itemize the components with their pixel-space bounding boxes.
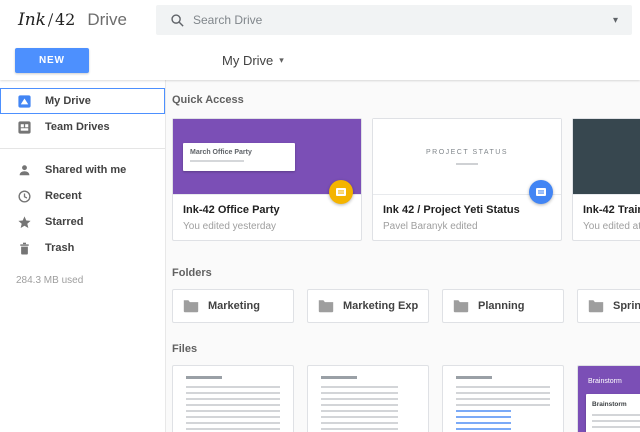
doc-text-lines: [186, 386, 280, 432]
file-title: Ink-42 Training: [583, 204, 640, 216]
files-row: Brainstorm Brainstorm: [172, 365, 640, 432]
top-header: Ink 42 Drive ▾: [0, 0, 640, 40]
thumb-line: [456, 163, 478, 165]
slides-thumbnail: March Office Party: [173, 119, 361, 195]
main-content: Quick Access March Office Party Ink-42 O…: [166, 80, 640, 432]
sidebar-item-label: Trash: [45, 242, 74, 254]
folder-name: Spring 1: [613, 300, 640, 312]
sidebar-item-label: My Drive: [45, 95, 91, 107]
quick-access-row: March Office Party Ink-42 Office Party Y…: [172, 118, 640, 241]
star-icon: [16, 214, 32, 230]
top-chrome: Ink 42 Drive ▾ NEW My Drive ▾: [0, 0, 640, 80]
folder-planning[interactable]: Planning: [442, 289, 564, 323]
folder-icon: [453, 299, 469, 313]
folder-name: Planning: [478, 300, 524, 312]
slides-file-icon: [329, 180, 353, 204]
folder-icon: [318, 299, 334, 313]
folder-name: Marketing: [208, 300, 260, 312]
trash-icon: [16, 240, 32, 256]
sidebar-divider: [0, 148, 165, 149]
storage-used-label: 284.3 MB used: [0, 275, 165, 286]
toolbar: NEW My Drive ▾: [0, 40, 640, 80]
file-subtitle: Pavel Baranyk edited: [383, 221, 551, 232]
shared-icon: [16, 162, 32, 178]
search-icon: [170, 13, 185, 28]
breadcrumb[interactable]: My Drive ▾: [222, 53, 284, 68]
quick-access-heading: Quick Access: [172, 94, 640, 106]
files-heading: Files: [172, 343, 640, 355]
my-drive-icon: [16, 93, 32, 109]
folders-heading: Folders: [172, 267, 640, 279]
slide-title: March Office Party: [190, 149, 288, 156]
folders-row: Marketing Marketing Expo Planning Spring…: [172, 289, 640, 323]
slide-subtitle-line: [190, 160, 244, 162]
recent-icon: [16, 188, 32, 204]
slide-deck-title: Brainstorm: [588, 378, 622, 385]
slide-preview: Brainstorm: [586, 394, 640, 432]
card-meta: Ink-42 Office Party You edited yesterday: [173, 195, 361, 240]
breadcrumb-label: My Drive: [222, 53, 273, 68]
card-meta: Ink-42 Training You edited at 2: [573, 195, 640, 240]
sidebar-item-my-drive[interactable]: My Drive: [0, 88, 165, 114]
sidebar-item-starred[interactable]: Starred: [0, 209, 165, 235]
folder-icon: [588, 299, 604, 313]
doc-link-lines: [456, 410, 511, 432]
folder-marketing[interactable]: Marketing: [172, 289, 294, 323]
slide-text-lines: [592, 414, 640, 432]
folder-spring[interactable]: Spring 1: [577, 289, 640, 323]
body: My Drive Team Drives Shared with me Re: [0, 80, 640, 432]
slide-title: Brainstorm: [592, 401, 640, 408]
thumb-title: PROJECT STATUS: [373, 149, 561, 156]
folder-marketing-expo[interactable]: Marketing Expo: [307, 289, 429, 323]
file-title: Ink 42 / Project Yeti Status: [383, 204, 551, 216]
quick-access-card-project-yeti[interactable]: PROJECT STATUS Ink 42 / Project Yeti Sta…: [372, 118, 562, 241]
file-subtitle: You edited yesterday: [183, 221, 351, 232]
file-subtitle: You edited at 2: [583, 221, 640, 232]
logo-42-text: 42: [55, 10, 75, 29]
drive-app: Ink 42 Drive ▾ NEW My Drive ▾: [0, 0, 640, 432]
sidebar: My Drive Team Drives Shared with me Re: [0, 80, 166, 432]
search-input[interactable]: [193, 13, 609, 27]
file-document-thumbnail[interactable]: [442, 365, 564, 432]
search-bar[interactable]: ▾: [156, 5, 632, 35]
sidebar-item-team-drives[interactable]: Team Drives: [0, 114, 165, 140]
chevron-down-icon[interactable]: ▾: [609, 13, 622, 28]
card-meta: Ink 42 / Project Yeti Status Pavel Baran…: [373, 195, 561, 240]
sidebar-item-shared-with-me[interactable]: Shared with me: [0, 157, 165, 183]
sidebar-item-label: Team Drives: [45, 121, 110, 133]
sidebar-item-trash[interactable]: Trash: [0, 235, 165, 261]
doc-heading-line: [456, 376, 492, 379]
quick-access-card-office-party[interactable]: March Office Party Ink-42 Office Party Y…: [172, 118, 362, 241]
file-slides-thumbnail[interactable]: Brainstorm Brainstorm: [577, 365, 640, 432]
docs-file-icon: [529, 180, 553, 204]
file-title: Ink-42 Office Party: [183, 204, 351, 216]
doc-heading-line: [186, 376, 222, 379]
sidebar-item-label: Shared with me: [45, 164, 126, 176]
doc-text-lines: [321, 386, 398, 432]
folder-icon: [183, 299, 199, 313]
logo-ink-text: Ink: [18, 10, 46, 30]
new-button-container: NEW: [0, 48, 166, 73]
folder-name: Marketing Expo: [343, 300, 418, 312]
logo-divider: [48, 13, 53, 27]
document-thumbnail: PROJECT STATUS: [373, 119, 561, 195]
file-document-thumbnail[interactable]: [172, 365, 294, 432]
logo[interactable]: Ink 42 Drive: [0, 10, 156, 30]
slides-thumbnail: [573, 119, 640, 195]
sidebar-item-label: Starred: [45, 216, 84, 228]
team-drives-icon: [16, 119, 32, 135]
slide-preview: March Office Party: [183, 143, 295, 171]
sidebar-item-label: Recent: [45, 190, 82, 202]
doc-heading-line: [321, 376, 357, 379]
chevron-down-icon: ▾: [279, 55, 284, 66]
app-name: Drive: [87, 10, 127, 30]
sidebar-item-recent[interactable]: Recent: [0, 183, 165, 209]
quick-access-card-training[interactable]: Ink-42 Training You edited at 2: [572, 118, 640, 241]
new-button[interactable]: NEW: [15, 48, 89, 73]
file-document-thumbnail[interactable]: [307, 365, 429, 432]
